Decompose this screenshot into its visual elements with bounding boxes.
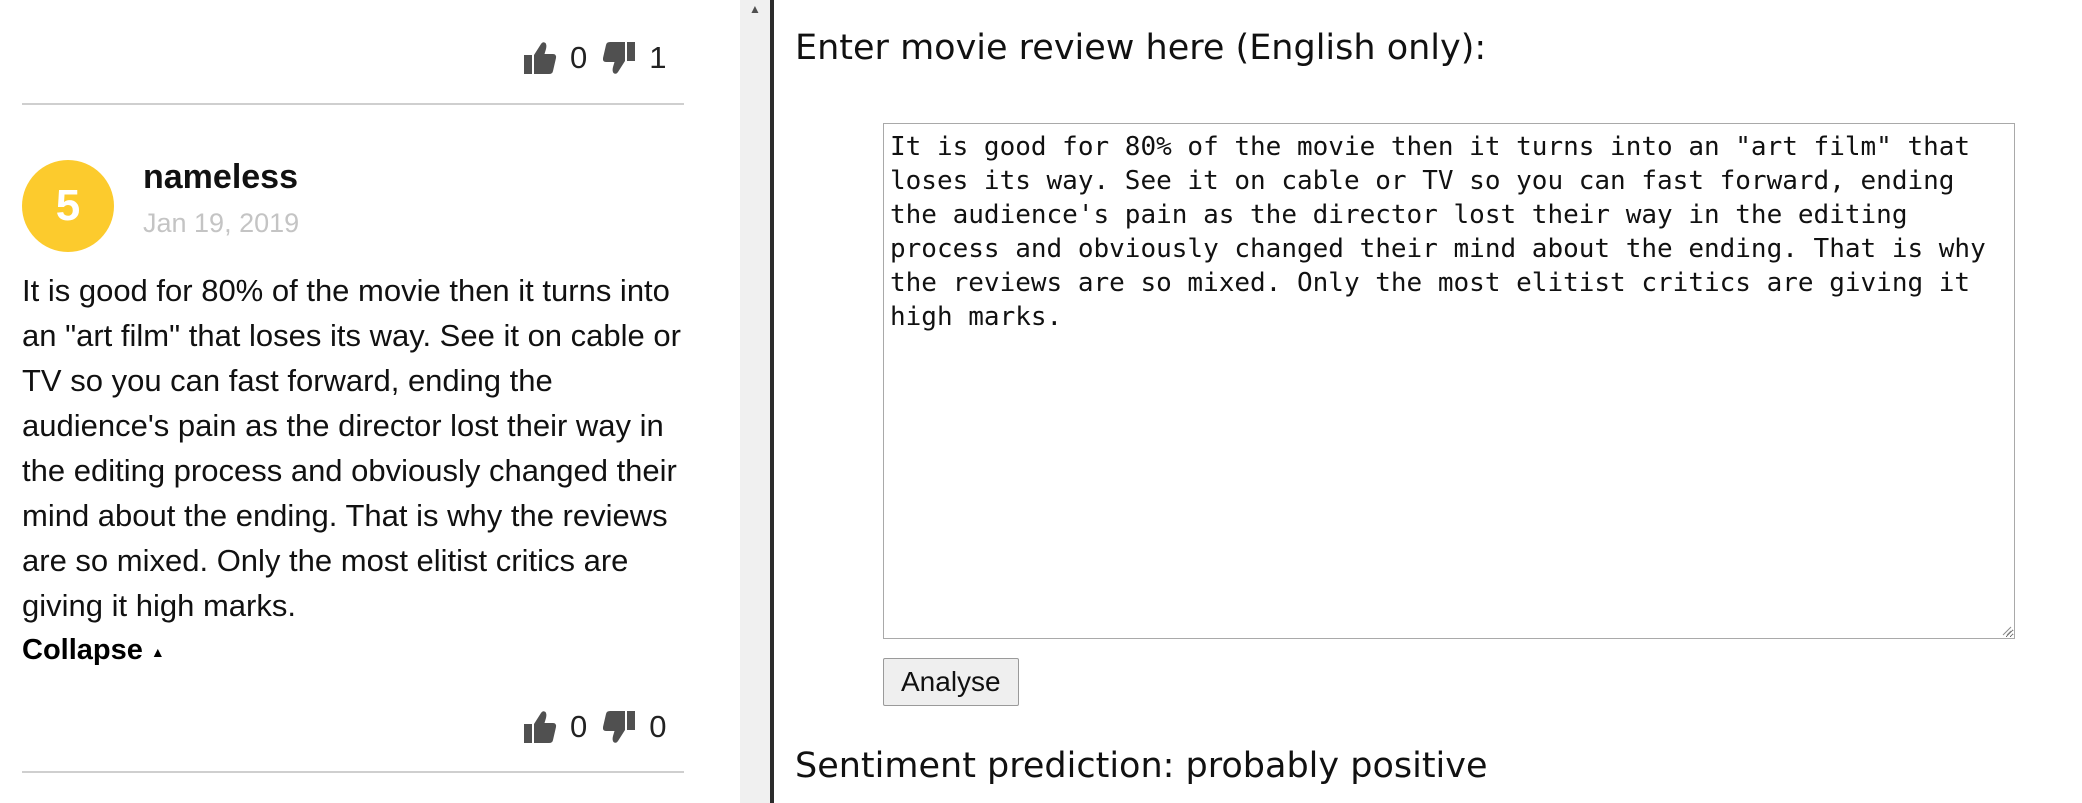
downvote-count: 1 xyxy=(649,40,667,75)
review-separator xyxy=(22,771,684,773)
review-input[interactable] xyxy=(883,123,2015,639)
upvote-count: 0 xyxy=(570,40,588,75)
review-date: Jan 19, 2019 xyxy=(143,208,300,238)
thumbs-up-icon[interactable] xyxy=(522,40,558,76)
previous-review-votes: 0 1 xyxy=(522,40,667,76)
thumbs-down-icon[interactable] xyxy=(601,709,637,745)
thumbs-up-icon[interactable] xyxy=(522,709,558,745)
scroll-up-arrow-icon[interactable]: ▲ xyxy=(740,0,770,18)
sentiment-analyzer-pane: Enter movie review here (English only): … xyxy=(774,0,2082,803)
review-username[interactable]: nameless xyxy=(143,158,298,197)
review-separator xyxy=(22,103,684,105)
caret-up-icon: ▲ xyxy=(150,643,165,660)
review-votes: 0 0 xyxy=(522,709,667,745)
rating-avatar: 5 xyxy=(22,160,114,252)
scrollbar[interactable]: ▲ xyxy=(740,0,770,803)
thumbs-down-icon[interactable] xyxy=(601,40,637,76)
review-list-pane: 0 1 5 nameless Jan 19, 2019 It is good f… xyxy=(0,0,740,803)
review-input-label: Enter movie review here (English only): xyxy=(795,28,1487,68)
collapse-label: Collapse xyxy=(22,634,143,666)
collapse-link[interactable]: Collapse ▲ xyxy=(22,634,165,667)
upvote-count: 0 xyxy=(570,709,588,744)
sentiment-prediction: Sentiment prediction: probably positive xyxy=(795,746,1488,786)
analyse-button[interactable]: Analyse xyxy=(883,658,1019,706)
review-text: It is good for 80% of the movie then it … xyxy=(22,273,681,623)
downvote-count: 0 xyxy=(649,709,667,744)
